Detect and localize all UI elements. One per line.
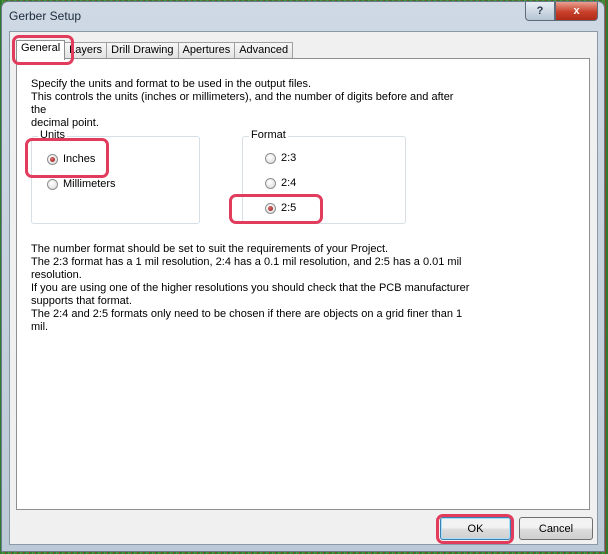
radio-checked-icon [47,153,58,165]
notes-line: mil. [31,321,49,333]
intro-text: Specify the units and format to be used … [31,78,471,130]
tab-apertures[interactable]: Apertures [177,42,236,59]
units-millimeters-label: Millimeters [63,178,116,190]
notes-line: If you are using one of the higher resol… [31,282,470,294]
units-inches-radio[interactable]: Inches [47,153,95,165]
format-2-5-label: 2:5 [281,202,297,214]
cancel-button[interactable]: Cancel [519,517,593,540]
notes-text: The number format should be set to suit … [31,243,471,334]
units-inches-label: Inches [63,153,96,165]
window-title: Gerber Setup [9,9,82,23]
notes-line: The 2:3 format has a 1 mil resolution, 2… [31,256,462,268]
format-2-3-radio[interactable]: 2:3 [265,152,296,164]
radio-checked-icon [265,202,276,214]
help-button[interactable]: ? [525,2,555,21]
tab-general[interactable]: General [16,40,66,60]
general-tab-panel: Specify the units and format to be used … [16,58,590,510]
radio-unchecked-icon [265,177,276,189]
format-2-3-label: 2:3 [281,152,297,164]
notes-line: supports that format. [31,295,132,307]
radio-unchecked-icon [265,152,276,164]
close-icon: x [573,5,580,17]
help-icon: ? [536,5,544,17]
notes-line: The number format should be set to suit … [31,243,389,255]
format-group-title: Format [249,129,288,141]
tab-drill-drawing[interactable]: Drill Drawing [106,42,179,59]
notes-line: resolution. [31,269,82,281]
tab-strip: General Layers Drill Drawing Apertures A… [16,40,294,60]
tab-advanced[interactable]: Advanced [234,42,294,59]
intro-line: This controls the units (inches or milli… [31,91,454,116]
format-group: Format 2:3 2:4 2:5 [242,129,406,224]
gerber-setup-dialog: Gerber Setup ? x General Layers Drill Dr… [1,1,605,552]
tab-layers[interactable]: Layers [64,42,108,59]
radio-unchecked-icon [47,178,58,190]
intro-line: Specify the units and format to be used … [31,78,312,90]
units-millimeters-radio[interactable]: Millimeters [47,178,116,190]
title-bar[interactable]: Gerber Setup ? x [2,2,604,30]
dialog-client-area: General Layers Drill Drawing Apertures A… [9,31,598,545]
units-group: Units Inches Millimeters [31,129,200,224]
close-button[interactable]: x [555,2,598,21]
notes-line: The 2:4 and 2:5 formats only need to be … [31,308,463,320]
format-2-5-radio[interactable]: 2:5 [265,202,296,214]
ok-button[interactable]: OK [440,517,511,540]
format-2-4-radio[interactable]: 2:4 [265,177,296,189]
format-2-4-label: 2:4 [281,177,297,189]
units-group-title: Units [38,129,68,141]
